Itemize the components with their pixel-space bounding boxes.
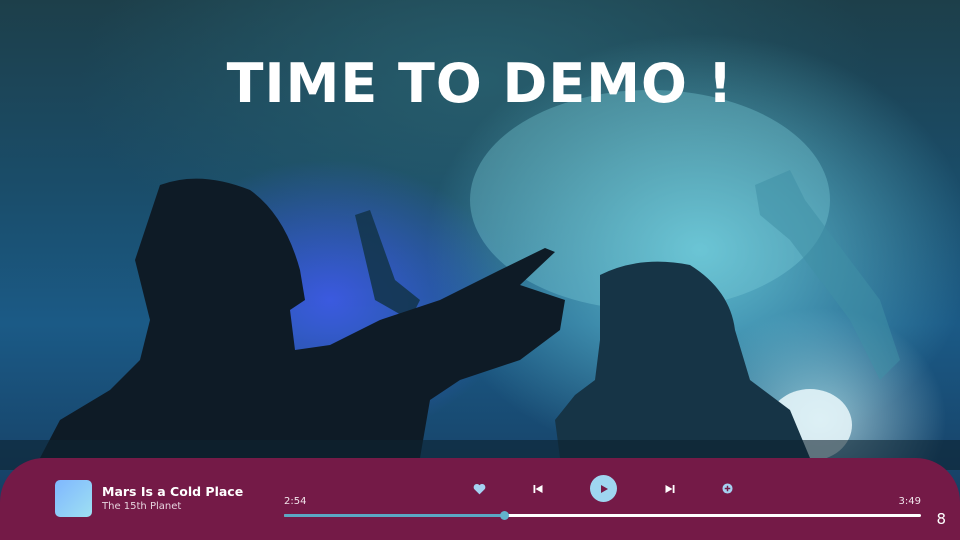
page-number: 8 (936, 510, 946, 528)
progress-bar[interactable] (284, 511, 921, 520)
elapsed-time: 2:54 (284, 496, 307, 507)
progress-fill (284, 514, 505, 517)
track-title: Mars Is a Cold Place (102, 484, 244, 499)
previous-track-button[interactable] (532, 482, 544, 496)
track-artist: The 15th Planet (102, 501, 182, 512)
play-icon (600, 484, 608, 493)
next-track-button[interactable] (664, 482, 676, 496)
slide: TIME TO DEMO ! Mars Is a Cold Place The … (0, 0, 960, 540)
album-cover[interactable] (55, 480, 92, 517)
like-button[interactable] (472, 482, 486, 496)
progress-handle[interactable] (499, 511, 509, 520)
heart-icon (473, 483, 485, 495)
skip-forward-icon (665, 485, 675, 493)
play-button[interactable] (590, 475, 617, 502)
slide-title: TIME TO DEMO ! (226, 52, 734, 115)
skip-back-icon (533, 485, 543, 493)
music-player-bar: Mars Is a Cold Place The 15th Planet 2:5… (0, 458, 960, 540)
total-time: 3:49 (898, 496, 921, 507)
plus-circle-icon (722, 483, 733, 494)
add-to-playlist-button[interactable] (721, 482, 734, 495)
